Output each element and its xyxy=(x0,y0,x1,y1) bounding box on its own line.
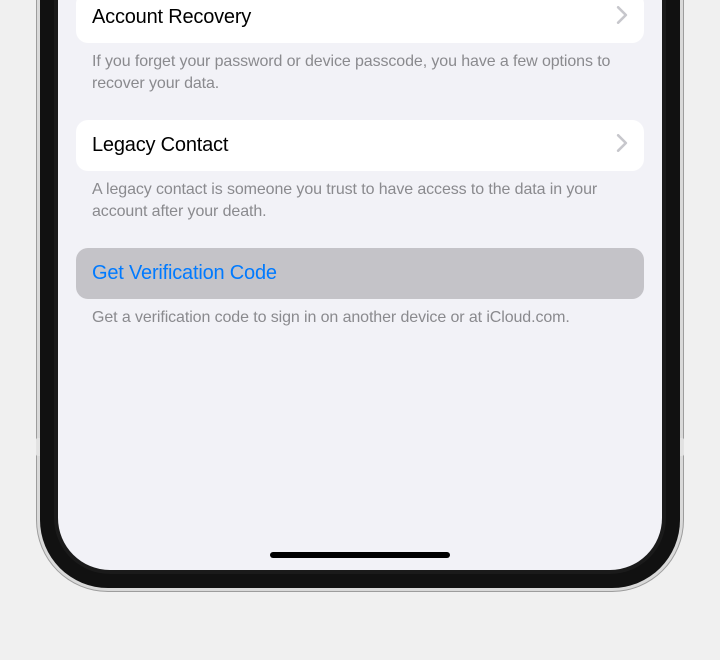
legacy-contact-row[interactable]: Legacy Contact xyxy=(76,120,644,171)
get-verification-code-button[interactable]: Get Verification Code xyxy=(76,248,644,299)
device-frame: Account Recovery If you forget your pass… xyxy=(40,0,680,588)
account-recovery-label: Account Recovery xyxy=(92,6,251,29)
home-indicator[interactable] xyxy=(270,552,450,558)
settings-screen: Account Recovery If you forget your pass… xyxy=(58,0,662,570)
device-inner-frame: Account Recovery If you forget your pass… xyxy=(54,0,666,574)
get-verification-code-footer: Get a verification code to sign in on an… xyxy=(76,307,644,355)
chevron-right-icon xyxy=(616,134,628,157)
legacy-contact-footer: A legacy contact is someone you trust to… xyxy=(76,179,644,248)
get-verification-code-label: Get Verification Code xyxy=(92,262,277,284)
device-side-notch-left xyxy=(36,438,40,456)
chevron-right-icon xyxy=(616,6,628,29)
device-side-notch-right xyxy=(680,438,684,456)
legacy-contact-label: Legacy Contact xyxy=(92,134,228,157)
account-recovery-footer: If you forget your password or device pa… xyxy=(76,51,644,120)
account-recovery-row[interactable]: Account Recovery xyxy=(76,0,644,43)
